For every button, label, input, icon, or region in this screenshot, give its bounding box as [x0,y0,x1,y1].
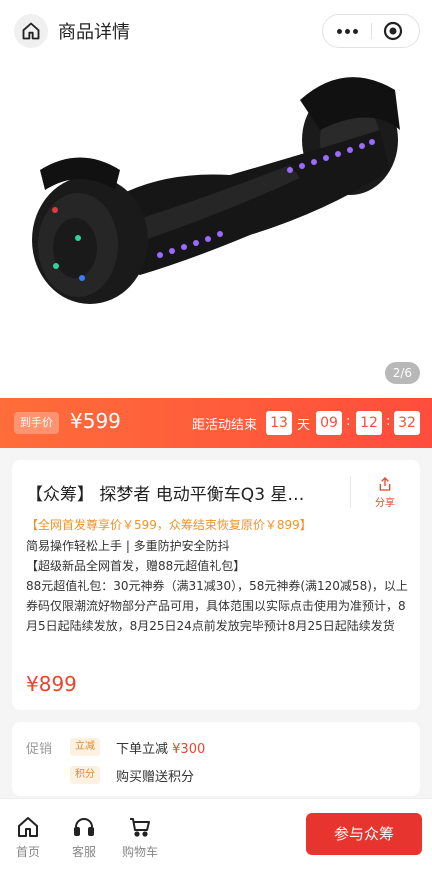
nav-home[interactable]: 首页 [8,815,48,860]
feature-line: 简易操作轻松上手 | 多重防护安全防抖 [26,539,230,553]
product-info-card: 【众筹】 探梦者 电动平衡车Q3 星… 分享 【全网首发尊享价￥599，众筹结束… [12,460,420,710]
nav-service-label: 客服 [71,845,96,859]
nav-service[interactable]: 客服 [64,815,104,860]
cart-icon [130,818,150,837]
share-icon [379,477,391,491]
countdown-seconds: 32 [394,411,420,435]
promo-text: 购买赠送积分 [116,770,195,785]
countdown-hours: 09 [316,411,342,435]
nav-cart-label: 购物车 [121,845,158,859]
mini-program-capsule [322,14,420,48]
countdown-text: 距活动结束 [192,418,258,433]
more-dots-icon [336,28,342,34]
bottom-action-bar: 首页 客服 购物车 参与众筹 [0,798,432,877]
promo-tag: 立减 [70,738,100,756]
original-price: ¥899 [26,672,77,696]
home-icon [18,817,38,837]
countdown-days: 13 [266,411,292,435]
nav-cart[interactable]: 购物车 [118,815,162,860]
promo-amount: ¥300 [172,742,206,757]
home-icon [22,22,40,40]
countdown-minutes: 12 [356,411,382,435]
hoverboard-image [32,77,400,304]
more-button[interactable] [333,21,361,41]
join-crowdfunding-button[interactable]: 参与众筹 [306,813,422,855]
share-button[interactable]: 分享 [362,476,408,509]
product-title: 【众筹】 探梦者 电动平衡车Q3 星… [26,485,305,505]
promotions-label: 促销 [26,742,53,757]
close-target-icon[interactable] [383,21,403,41]
image-pager: 2/6 [384,362,420,384]
final-price: ¥599 [70,409,121,433]
promo-line: 【全网首发尊享价￥599，众筹结束恢复原价￥899】 [26,518,312,532]
home-button[interactable] [14,14,48,48]
countdown-banner: 到手价 ¥599 距活动结束 13 天 09 : 12 : 32 [0,398,432,448]
share-label: 分享 [375,498,395,509]
countdown-colon: : [386,414,391,429]
nav-home-label: 首页 [15,845,40,859]
headset-icon [74,818,94,836]
top-bar: 商品详情 [0,0,432,60]
product-description: 88元超值礼包：30元神券（满31减30），58元神券(满120减58)，以上券… [26,579,408,633]
promotions-card[interactable]: 促销 立减 下单立减 ¥300 积分 购买赠送积分 [12,722,420,796]
product-image-carousel[interactable]: 2/6 [0,60,432,398]
countdown-day-unit: 天 [297,418,311,433]
promo-text: 下单立减 ¥300 [116,742,206,757]
gift-line: 【超级新品全网首发，赠88元超值礼包】 [26,559,246,573]
page-title: 商品详情 [58,22,130,43]
final-price-label: 到手价 [14,412,59,434]
promo-tag: 积分 [70,766,100,784]
countdown-colon: : [346,414,351,429]
